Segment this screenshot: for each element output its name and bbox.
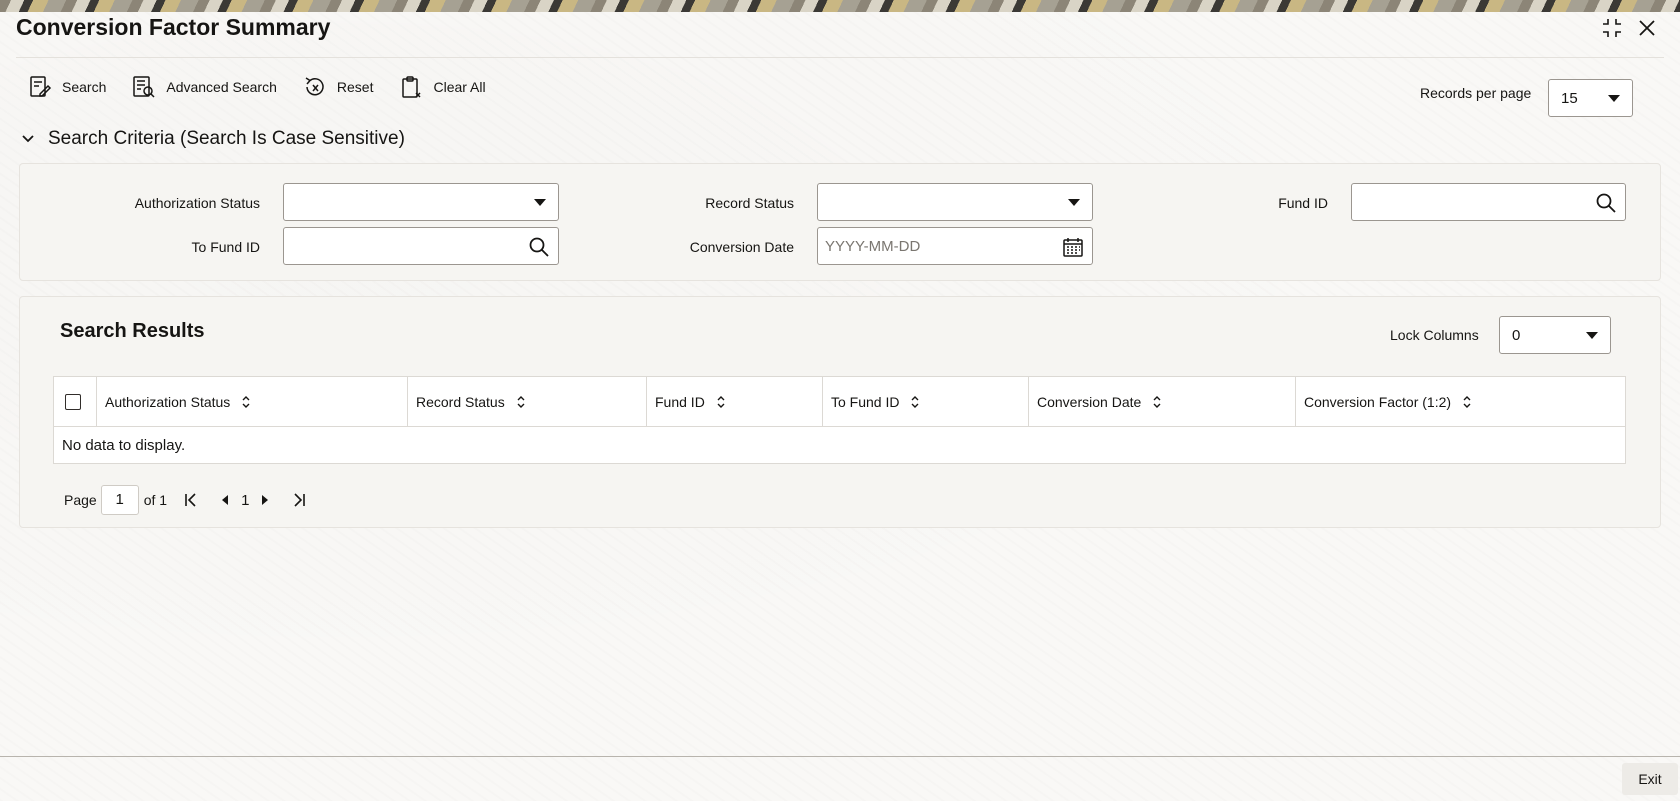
records-per-page-label: Records per page bbox=[1420, 85, 1532, 101]
lock-columns-select[interactable]: 0 bbox=[1499, 316, 1611, 354]
advanced-search-icon bbox=[133, 76, 155, 98]
records-per-page-value: 15 bbox=[1561, 90, 1578, 107]
sort-icon bbox=[911, 395, 919, 408]
search-icon[interactable] bbox=[1595, 192, 1617, 214]
sort-icon bbox=[1463, 395, 1471, 408]
column-header-authorization-status[interactable]: Authorization Status bbox=[97, 377, 408, 426]
search-button[interactable]: Search bbox=[28, 72, 106, 102]
to-fund-id-input[interactable] bbox=[283, 227, 559, 265]
toolbar: Search Advanced Search Reset Clear All bbox=[28, 72, 512, 102]
record-status-label: Record Status bbox=[705, 195, 794, 211]
advanced-search-button-label: Advanced Search bbox=[166, 79, 277, 95]
clipboard-icon bbox=[402, 76, 421, 98]
lock-columns-label: Lock Columns bbox=[1390, 327, 1479, 343]
caret-down-icon bbox=[1608, 95, 1620, 102]
column-header-record-status[interactable]: Record Status bbox=[408, 377, 647, 426]
first-page-icon[interactable] bbox=[181, 490, 201, 510]
title-divider bbox=[16, 57, 1664, 58]
conversion-date-label: Conversion Date bbox=[689, 239, 794, 255]
caret-down-icon bbox=[534, 199, 546, 206]
calendar-icon[interactable] bbox=[1062, 236, 1084, 258]
reset-button-label: Reset bbox=[336, 79, 374, 95]
clear-all-button[interactable]: Clear All bbox=[399, 72, 486, 102]
page-number-link[interactable]: 1 bbox=[241, 492, 249, 509]
column-label: To Fund ID bbox=[831, 393, 900, 410]
exit-button[interactable]: Exit bbox=[1622, 763, 1678, 795]
table-header: Authorization Status Record Status Fund … bbox=[54, 377, 1625, 427]
sort-icon bbox=[517, 395, 525, 408]
column-header-fund-id[interactable]: Fund ID bbox=[647, 377, 823, 426]
column-header-conversion-date[interactable]: Conversion Date bbox=[1029, 377, 1296, 426]
column-label: Conversion Factor (1:2) bbox=[1304, 393, 1452, 410]
records-per-page-select[interactable]: 15 bbox=[1548, 79, 1633, 117]
select-all-checkbox[interactable] bbox=[65, 393, 81, 410]
authorization-status-label: Authorization Status bbox=[134, 195, 260, 211]
reset-icon bbox=[305, 77, 324, 96]
to-fund-id-label: To Fund ID bbox=[191, 239, 260, 255]
pagination: Page 1 of 1 1 bbox=[64, 485, 309, 515]
search-results-title: Search Results bbox=[60, 320, 205, 342]
search-criteria-toggle[interactable]: Search Criteria (Search Is Case Sensitiv… bbox=[20, 128, 405, 150]
search-criteria-heading: Search Criteria (Search Is Case Sensitiv… bbox=[48, 128, 405, 149]
page-number-input[interactable]: 1 bbox=[100, 485, 139, 515]
clear-all-button-label: Clear All bbox=[433, 79, 486, 95]
lock-columns-value: 0 bbox=[1512, 327, 1521, 344]
page-of-label: of 1 bbox=[143, 492, 168, 508]
footer-divider bbox=[0, 756, 1680, 757]
sort-icon bbox=[717, 395, 725, 408]
reset-button[interactable]: Reset bbox=[303, 72, 374, 102]
advanced-search-button[interactable]: Advanced Search bbox=[132, 72, 277, 102]
select-all-cell bbox=[54, 377, 97, 426]
sort-icon bbox=[242, 395, 250, 408]
caret-down-icon bbox=[1068, 199, 1080, 206]
page-title: Conversion Factor Summary bbox=[16, 14, 331, 40]
fund-id-label: Fund ID bbox=[1278, 195, 1328, 211]
caret-down-icon bbox=[1586, 332, 1598, 339]
previous-page-icon[interactable] bbox=[215, 490, 235, 510]
header-banner bbox=[0, 0, 1680, 12]
maximize-icon[interactable] bbox=[1600, 16, 1624, 40]
chevron-down-icon bbox=[22, 135, 34, 143]
fund-id-input[interactable] bbox=[1351, 183, 1626, 221]
last-page-icon[interactable] bbox=[289, 490, 309, 510]
search-doc-icon bbox=[30, 76, 52, 97]
sort-icon bbox=[1153, 395, 1161, 408]
column-label: Conversion Date bbox=[1037, 393, 1142, 410]
search-button-label: Search bbox=[62, 79, 107, 95]
column-header-conversion-factor[interactable]: Conversion Factor (1:2) bbox=[1296, 377, 1625, 426]
results-table: Authorization Status Record Status Fund … bbox=[53, 376, 1626, 464]
authorization-status-select[interactable] bbox=[283, 183, 559, 221]
search-icon[interactable] bbox=[528, 236, 550, 258]
column-header-to-fund-id[interactable]: To Fund ID bbox=[823, 377, 1029, 426]
column-label: Authorization Status bbox=[105, 393, 231, 410]
page-label: Page bbox=[64, 492, 97, 508]
record-status-select[interactable] bbox=[817, 183, 1093, 221]
conversion-date-placeholder: YYYY-MM-DD bbox=[825, 238, 921, 255]
close-icon[interactable] bbox=[1635, 16, 1659, 40]
column-label: Fund ID bbox=[655, 393, 705, 410]
empty-message: No data to display. bbox=[62, 436, 186, 454]
next-page-icon[interactable] bbox=[255, 490, 275, 510]
conversion-date-input[interactable]: YYYY-MM-DD bbox=[817, 227, 1093, 265]
column-label: Record Status bbox=[416, 393, 505, 410]
